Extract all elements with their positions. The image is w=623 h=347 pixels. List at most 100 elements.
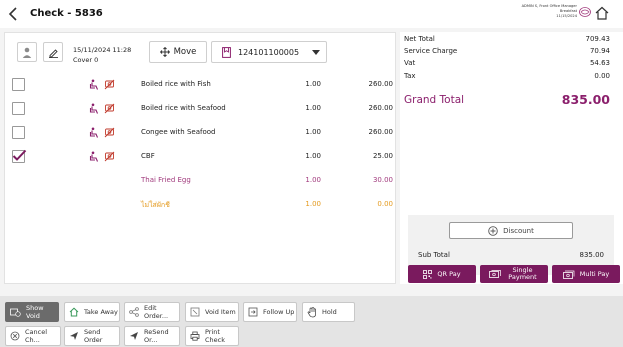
hold-button[interactable]: Hold <box>302 302 355 322</box>
send-order-button[interactable]: Send Order <box>64 326 120 346</box>
table-icon <box>222 46 231 58</box>
item-qty: 1.00 <box>305 176 321 184</box>
app-header: Check - 5836 ADMIN S, Front Office Manag… <box>0 0 623 28</box>
item-name: Boiled rice with Fish <box>141 80 211 88</box>
edit-note-button[interactable] <box>43 42 63 62</box>
item-price: 0.00 <box>377 200 393 208</box>
item-qty: 1.00 <box>305 200 321 208</box>
cancel-check-button[interactable]: Cancel Ch... <box>5 326 61 346</box>
home-icon[interactable] <box>595 6 609 20</box>
multi-pay-button[interactable]: Multi Pay <box>552 265 620 283</box>
void-item-icon <box>190 307 200 317</box>
no-service-charge-icon <box>104 127 115 138</box>
tax-label: Tax <box>404 72 416 80</box>
multi-pay-label: Multi Pay <box>579 269 610 278</box>
item-qty: 1.00 <box>305 80 321 88</box>
cash-icon <box>488 269 501 278</box>
dine-in-icon <box>89 127 99 138</box>
move-button[interactable]: Move <box>149 41 207 63</box>
follow-up-label: Follow Up <box>263 308 295 316</box>
cover-count: Cover 0 <box>73 56 99 64</box>
order-items-panel: 15/11/2024 11:28 Cover 0 Move 1241011000… <box>4 32 396 284</box>
sub-total-row: Sub Total 835.00 <box>418 251 604 259</box>
checkmark-icon <box>12 149 27 161</box>
grand-total-label: Grand Total <box>404 94 465 106</box>
net-total-value: 709.43 <box>585 35 611 43</box>
show-void-button[interactable]: Show Void <box>5 302 59 322</box>
item-price: 25.00 <box>372 152 393 160</box>
resend-order-label: ReSend Or... <box>144 328 169 344</box>
follow-up-icon <box>248 307 258 317</box>
order-item-row[interactable]: ไม่ใส่ผักชี 1.00 0.00 <box>5 193 397 217</box>
single-payment-button[interactable]: Single Payment <box>480 265 548 283</box>
item-checkbox[interactable] <box>12 78 25 91</box>
item-qty: 1.00 <box>305 128 321 136</box>
item-checkbox[interactable] <box>12 126 25 139</box>
move-arrows-icon <box>159 47 170 57</box>
item-price: 30.00 <box>372 176 393 184</box>
print-check-label: Print Check <box>205 328 225 344</box>
dine-in-icon <box>89 79 99 90</box>
item-checkbox[interactable] <box>12 149 27 163</box>
vat-label: Vat <box>404 59 416 67</box>
void-item-label: Void Item <box>205 308 236 316</box>
item-name: Boiled rice with Seafood <box>141 104 226 112</box>
void-item-button[interactable]: Void Item <box>185 302 239 322</box>
vat-value: 54.63 <box>589 59 610 67</box>
table-number-dropdown[interactable]: 124101100005 <box>211 41 327 63</box>
item-checkbox[interactable] <box>12 102 25 115</box>
order-item-row[interactable]: Boiled rice with Fish 1.00 260.00 <box>5 73 397 97</box>
item-qty: 1.00 <box>305 152 321 160</box>
hold-label: Hold <box>322 308 337 316</box>
print-icon <box>190 331 200 341</box>
edit-order-button[interactable]: Edit Order... <box>124 302 180 322</box>
item-price: 260.00 <box>368 80 394 88</box>
order-item-row[interactable]: Boiled rice with Seafood 1.00 260.00 <box>5 97 397 121</box>
single-payment-label: Single Payment <box>508 266 537 281</box>
qr-code-icon <box>423 269 433 279</box>
qr-pay-button[interactable]: QR Pay <box>408 265 476 283</box>
send-order-label: Send Order <box>84 328 103 344</box>
tax-row: Tax 0.00 <box>404 72 610 82</box>
order-item-row[interactable]: CBF 1.00 25.00 <box>5 145 397 169</box>
tax-value: 0.00 <box>594 72 610 80</box>
edit-order-label: Edit Order... <box>144 304 169 320</box>
grand-total-row: Grand Total 835.00 <box>404 92 610 110</box>
business-date: 11/15/2024 <box>556 14 577 18</box>
summary-panel: Net Total 709.43 Service Charge 70.94 Va… <box>400 32 623 284</box>
back-arrow-icon[interactable] <box>7 6 21 22</box>
plus-circle-icon <box>488 225 498 236</box>
qr-pay-label: QR Pay <box>437 269 461 278</box>
send-icon <box>70 332 78 340</box>
service-charge-row: Service Charge 70.94 <box>404 47 610 57</box>
no-service-charge-icon <box>104 103 115 114</box>
order-item-row[interactable]: Thai Fried Egg 1.00 30.00 <box>5 169 397 193</box>
cancel-check-label: Cancel Ch... <box>25 328 48 344</box>
pen-icon <box>48 48 58 58</box>
sub-total-label: Sub Total <box>418 251 450 259</box>
take-away-button[interactable]: Take Away <box>64 302 120 322</box>
check-datetime: 15/11/2024 11:28 <box>73 46 132 54</box>
guest-button[interactable] <box>17 42 37 62</box>
no-service-charge-icon <box>104 151 115 162</box>
resend-icon <box>130 332 138 340</box>
print-check-button[interactable]: Print Check <box>185 326 239 346</box>
item-name: ไม่ใส่ผักชี <box>141 201 170 209</box>
grand-total-value: 835.00 <box>561 92 610 107</box>
item-name: CBF <box>141 152 155 160</box>
order-item-row[interactable]: Congee with Seafood 1.00 260.00 <box>5 121 397 145</box>
item-name: Congee with Seafood <box>141 128 216 136</box>
follow-up-button[interactable]: Follow Up <box>243 302 297 322</box>
item-name: Thai Fried Egg <box>141 176 191 184</box>
dine-in-icon <box>89 151 99 162</box>
share-nodes-icon <box>129 307 139 317</box>
person-icon <box>22 47 32 58</box>
hand-icon <box>307 306 316 317</box>
resend-order-button[interactable]: ReSend Or... <box>124 326 180 346</box>
item-price: 260.00 <box>368 128 394 136</box>
discount-button[interactable]: Discount <box>449 222 573 239</box>
vat-row: Vat 54.63 <box>404 59 610 69</box>
service-charge-value: 70.94 <box>589 47 610 55</box>
item-qty: 1.00 <box>305 104 321 112</box>
user-info: ADMIN S, Front Office Manager Breakfast … <box>522 4 577 19</box>
